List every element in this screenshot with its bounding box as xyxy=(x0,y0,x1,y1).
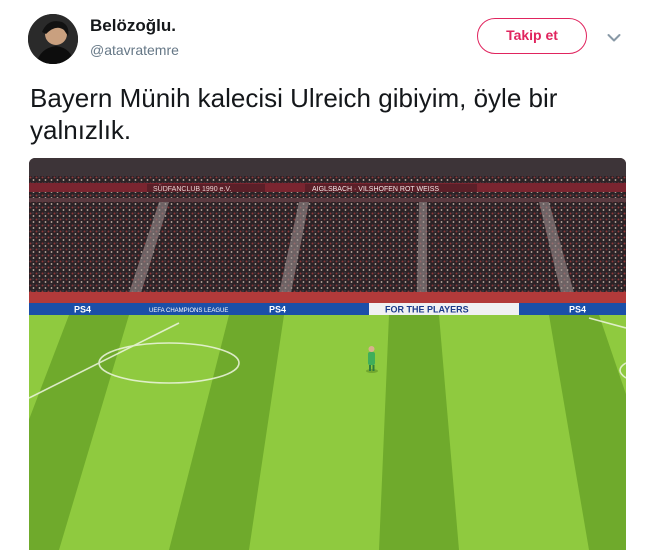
follow-button[interactable]: Takip et xyxy=(477,18,587,54)
board-ucl: UEFA CHAMPIONS LEAGUE xyxy=(149,308,228,314)
board-players: FOR THE PLAYERS xyxy=(385,305,469,315)
avatar[interactable] xyxy=(28,14,78,64)
board-ps4-middle: PS4 xyxy=(269,305,286,315)
chevron-down-icon[interactable] xyxy=(607,30,621,42)
tweet-text: Bayern Münih kalecisi Ulreich gibiyim, ö… xyxy=(30,82,630,146)
tweet-text-line-2: yalnızlık. xyxy=(30,115,132,145)
banner-fanclub: SÜDFANCLUB 1990 e.V. xyxy=(153,185,231,193)
tweet-text-line-1: Bayern Münih kalecisi Ulreich gibiyim, ö… xyxy=(30,83,558,113)
board-ps4-left: PS4 xyxy=(74,305,91,315)
board-ps4-right: PS4 xyxy=(569,305,586,315)
user-handle[interactable]: @atavratemre xyxy=(90,42,179,58)
tweet-photo[interactable]: SÜDFANCLUB 1990 e.V. AIGLSBACH · VILSHOF… xyxy=(29,158,626,550)
banner-aiglsbach: AIGLSBACH · VILSHOFEN ROT WEISS xyxy=(312,186,439,193)
display-name[interactable]: Belözoğlu. xyxy=(90,16,176,36)
